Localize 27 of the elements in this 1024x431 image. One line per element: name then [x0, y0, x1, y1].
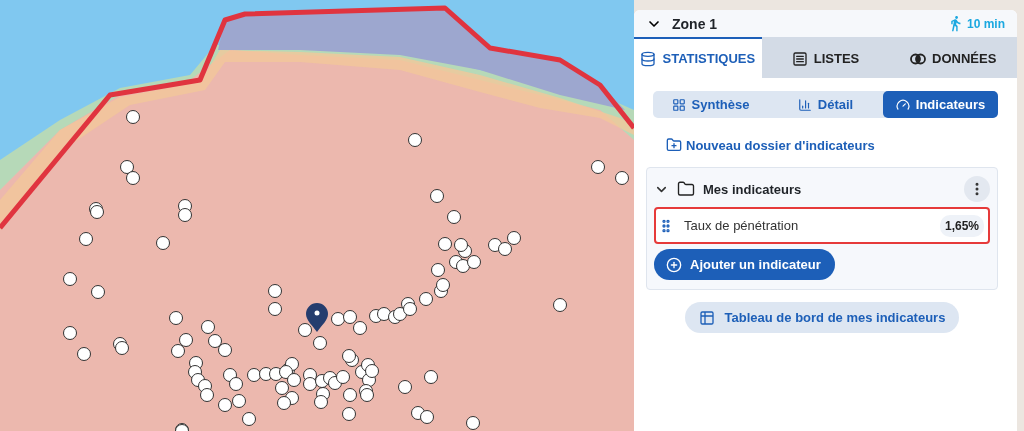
subtab[interactable]: Indicateurs — [883, 91, 998, 118]
travel-time: 10 min — [967, 16, 1005, 31]
grid-icon — [671, 97, 686, 112]
indicator-name: Taux de pénétration — [684, 218, 800, 233]
new-folder-link[interactable]: Nouveau dossier d'indicateurs — [666, 137, 998, 153]
subtab[interactable]: Synthèse — [653, 91, 768, 118]
indicator-value: 1,65% — [939, 214, 984, 237]
folder-icon — [677, 180, 695, 198]
folder-plus-icon — [666, 137, 682, 153]
overlapping-circles-icon — [910, 52, 927, 65]
add-indicator-button[interactable]: Ajouter un indicateur — [654, 249, 835, 280]
database-icon — [640, 50, 657, 67]
table-icon — [698, 309, 715, 326]
more-options-button[interactable] — [964, 176, 990, 202]
list-icon — [791, 50, 808, 67]
dashboard-button[interactable]: Tableau de bord de mes indicateurs — [684, 302, 960, 333]
tab[interactable]: DONNÉES — [889, 37, 1017, 78]
tab[interactable]: STATISTIQUES — [634, 37, 762, 78]
indicator-row[interactable]: Taux de pénétration 1,65% — [654, 207, 990, 244]
zone-title: Zone 1 — [672, 15, 719, 32]
bar-chart-icon — [797, 97, 812, 112]
subtab[interactable]: Détail — [768, 91, 883, 118]
folder-name: Mes indicateurs — [703, 181, 803, 197]
map-drawing[interactable] — [0, 0, 634, 431]
plus-circle-icon — [666, 256, 682, 273]
tab[interactable]: LISTES — [761, 37, 890, 78]
gauge-icon — [895, 97, 910, 112]
